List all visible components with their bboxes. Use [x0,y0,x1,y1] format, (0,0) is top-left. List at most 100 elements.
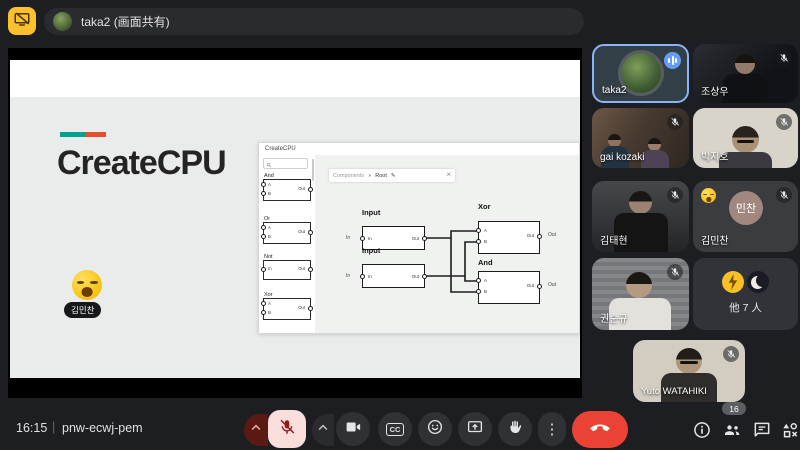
port-dot [422,274,427,279]
port-dot [261,310,266,315]
port-dot [476,278,481,283]
node-pin-label: B [484,240,487,245]
gate-pin-label: B [268,311,271,315]
emoji-mouth [82,287,93,297]
meeting-code: pnw-ecwj-pem [62,421,143,435]
avatar [621,53,661,93]
person-silhouette [641,150,669,168]
gate-pin-label: B [268,235,271,239]
port-dot [261,182,266,187]
node-pin-label: In [368,275,372,280]
gate-item-and: A B Out [263,179,311,201]
participant-name: gai kozaki [600,152,644,163]
tile-gai-kozaki[interactable]: gai kozaki [592,108,689,168]
more-participants-label: 他 7 人 [693,300,798,315]
slide-accent-bar-teal [60,132,86,137]
glasses [737,140,754,143]
port-dot [476,228,481,233]
avatar: 민찬 [729,191,763,225]
phone-down-icon [588,415,612,444]
node-pin-label: A [484,279,487,284]
node-input2: In Out [362,264,425,288]
reactions-button[interactable] [418,412,452,446]
emoji-mouth [706,197,711,202]
reaction-sender-pill: 김민찬 [64,302,101,318]
divider: | [52,420,55,434]
mic-options-button[interactable] [244,414,268,446]
participant-name: 김민찬 [701,232,729,247]
sidebar-scrollbar [312,159,314,181]
node-title-xor: Xor [478,202,491,211]
mic-off-icon [776,187,792,203]
clock: 16:15 [16,421,47,435]
mic-off-icon [776,114,792,130]
emoji-eye [710,194,714,195]
mic-off-icon [278,418,296,441]
present-icon [466,418,484,441]
participant-name: 김태현 [600,232,628,247]
mic-toggle-button[interactable] [268,410,306,448]
present-button[interactable] [458,412,492,446]
gate-item-xor: A B Out [263,298,311,320]
gate-pin-label: Out [298,187,305,191]
tile-kwonsungyu[interactable]: 권순규 [592,258,689,330]
node-pin-label: B [484,290,487,295]
gate-pin-label: In [268,267,272,271]
port-dot [360,236,365,241]
presenter-chip[interactable]: taka2 (画面共有) [44,8,584,35]
component-search-input [263,158,308,169]
port-dot [261,191,266,196]
tile-taka2[interactable]: taka2 [592,44,689,103]
mic-off-icon [667,187,683,203]
camera-toggle-button[interactable] [336,412,370,446]
tile-yuto-watahiki[interactable]: Yuto WATAHIKI [633,340,745,402]
chat-button[interactable] [752,420,772,440]
camera-options-button[interactable] [312,414,334,446]
app-window-title: CreateCPU [265,146,296,152]
participant-name: taka2 [602,85,626,96]
close-icon: × [446,170,451,179]
tile-parkjiho[interactable]: 박지호 [693,108,798,168]
port-dot [308,187,313,192]
lightning-icon [727,274,739,290]
tile-kimminchan[interactable]: 민찬 김민찬 [693,181,798,252]
breadcrumb: Components » Root ✎ × [329,169,455,182]
port-dot [537,234,542,239]
breadcrumb-separator: » [368,173,371,179]
edit-icon: ✎ [391,173,396,179]
gate-item-not: In Out [263,260,311,280]
node-pin-label: In [368,237,372,242]
camera-icon [344,418,362,441]
activities-button[interactable] [780,420,800,440]
end-call-button[interactable] [572,411,628,448]
node-title-and: And [478,258,493,267]
info-button[interactable] [692,420,712,440]
mic-off-icon [723,346,739,362]
port-dot [261,225,266,230]
mic-off-icon [776,50,792,66]
crescent-avatar [747,271,769,293]
participant-name: 박지호 [701,148,729,163]
circuit-canvas: Components » Root ✎ × Input In In Out [315,155,579,333]
captions-button[interactable]: CC [378,412,412,446]
more-options-button[interactable]: ⋮ [538,412,566,446]
people-button[interactable] [722,420,742,440]
cc-icon: CC [386,423,405,436]
tile-kimtaehyun[interactable]: 김태현 [592,181,689,252]
node-and: A B Out [478,271,540,304]
lightning-avatar [722,271,744,293]
gate-item-or: A B Out [263,222,311,244]
tile-josangwoo[interactable]: 조상우 [693,44,798,103]
emoji-eye [90,281,98,284]
gate-pin-label: B [268,192,271,196]
reaction-emoji-small [701,188,716,203]
glasses [680,361,698,364]
stop-presenting-button[interactable] [8,7,36,35]
emoji-eye [703,194,707,195]
smiley-icon [426,418,444,441]
node-pin-label: Out [527,284,534,289]
person-silhouette [626,272,652,298]
tile-others[interactable]: 他 7 人 [693,258,798,330]
raise-hand-button[interactable] [498,412,532,446]
external-pin-label: In [346,273,350,279]
